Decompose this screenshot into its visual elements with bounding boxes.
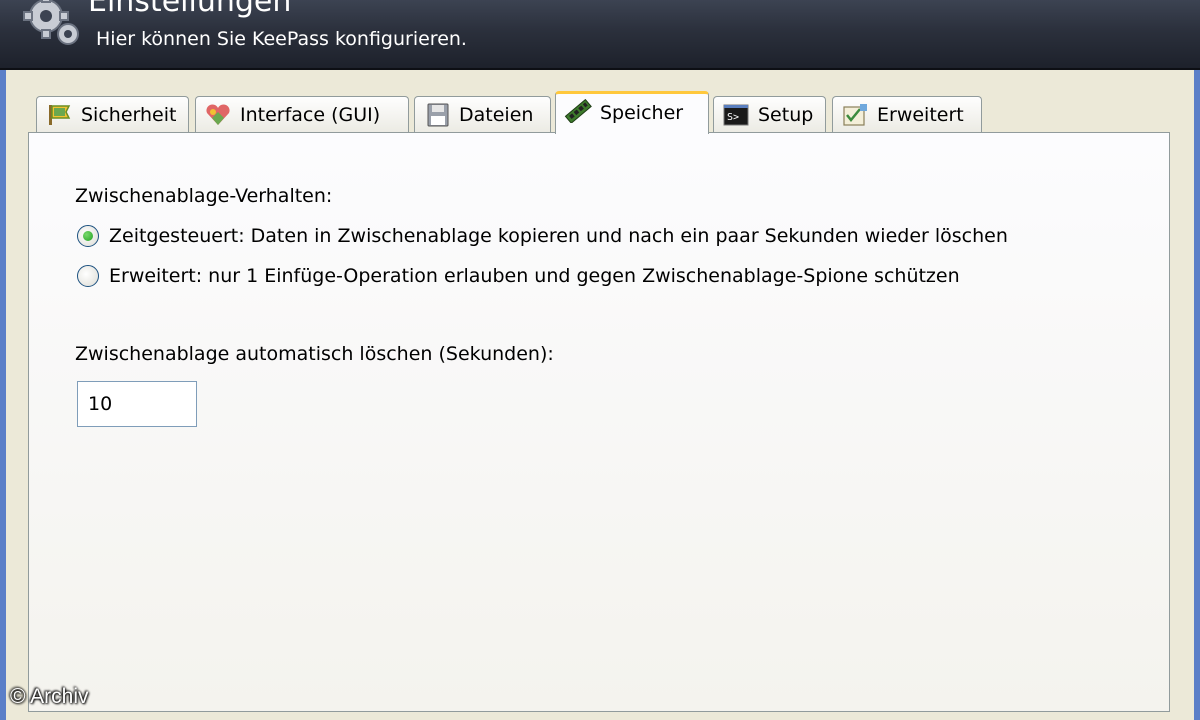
window-frame-right <box>1194 70 1200 720</box>
radio-advanced-paste-label[interactable]: Erweitert: nur 1 Einfüge-Operation erlau… <box>109 265 960 287</box>
tab-dateien[interactable]: Dateien <box>414 96 551 132</box>
tab-label: Erweitert <box>877 104 964 126</box>
page-title: Einstellungen <box>88 0 292 19</box>
tab-panel-speicher: Zwischenablage-Verhalten: Zeitgesteuert:… <box>28 132 1170 712</box>
tab-speicher[interactable]: Speicher <box>555 91 709 134</box>
security-flag-icon <box>49 105 71 125</box>
radio-advanced-paste[interactable] <box>77 265 99 287</box>
clipboard-behavior-label: Zwischenablage-Verhalten: <box>75 185 333 207</box>
tab-setup[interactable]: S> Setup <box>713 96 826 132</box>
page-subtitle: Hier können Sie KeePass konfigurieren. <box>96 28 467 50</box>
tab-label: Setup <box>758 104 814 126</box>
tab-label: Dateien <box>459 104 534 126</box>
tab-label: Interface (GUI) <box>240 104 381 126</box>
advanced-checklist-icon <box>843 104 867 126</box>
tab-interface[interactable]: Interface (GUI) <box>195 96 409 132</box>
tab-erweitert[interactable]: Erweitert <box>832 96 982 132</box>
svg-text:S>: S> <box>727 112 739 123</box>
radio-selected-dot <box>83 231 93 241</box>
radio-timed-clear-label[interactable]: Zeitgesteuert: Daten in Zwischenablage k… <box>109 225 1008 247</box>
floppy-disk-icon <box>427 103 449 127</box>
radio-timed-clear[interactable] <box>77 225 99 247</box>
tab-sicherheit[interactable]: Sicherheit <box>36 96 189 132</box>
tab-label: Sicherheit <box>81 104 177 126</box>
tab-label: Speicher <box>600 102 684 124</box>
interface-colors-icon <box>206 104 230 125</box>
gears-icon <box>23 0 79 45</box>
watermark: © Archiv <box>10 685 89 708</box>
auto-clear-label: Zwischenablage automatisch löschen (Seku… <box>75 343 554 365</box>
auto-clear-seconds-input[interactable] <box>77 381 197 427</box>
header-banner: Einstellungen Hier können Sie KeePass ko… <box>0 0 1200 70</box>
window-frame-left <box>0 70 6 720</box>
memory-module-icon <box>564 99 592 123</box>
console-icon: S> <box>723 104 749 126</box>
